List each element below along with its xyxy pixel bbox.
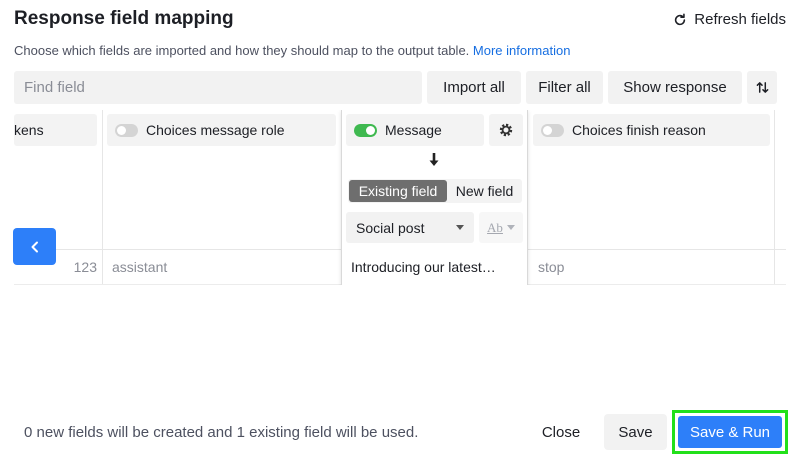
column-divider xyxy=(774,110,775,285)
column-settings-button[interactable] xyxy=(489,114,523,146)
target-field-select[interactable]: Social post xyxy=(346,212,474,243)
column-divider xyxy=(102,110,103,285)
sort-button[interactable] xyxy=(747,71,777,104)
column-header-choices-finish-reason[interactable]: Choices finish reason xyxy=(533,114,770,146)
column-header-choices-message-role[interactable]: Choices message role xyxy=(107,114,336,146)
chevron-down-icon xyxy=(456,225,464,230)
page-subtitle: Choose which fields are imported and how… xyxy=(14,43,570,58)
show-response-button[interactable]: Show response xyxy=(608,71,742,104)
table-cell: Introducing our latest… xyxy=(351,259,496,275)
save-button[interactable]: Save xyxy=(604,414,667,450)
column-header-label: Message xyxy=(385,122,442,138)
import-all-button[interactable]: Import all xyxy=(427,71,521,104)
column-header-label: kens xyxy=(14,122,44,138)
more-information-link[interactable]: More information xyxy=(473,43,571,58)
toolbar: Import all Filter all Show response xyxy=(14,71,786,104)
save-and-run-button[interactable]: Save & Run xyxy=(678,416,782,448)
column-header-message[interactable]: Message xyxy=(346,114,484,146)
field-type-button[interactable]: Ab xyxy=(479,212,523,243)
refresh-icon xyxy=(675,13,686,25)
scroll-left-button[interactable] xyxy=(13,228,56,265)
include-toggle[interactable] xyxy=(541,123,564,137)
include-toggle[interactable] xyxy=(354,123,377,137)
table-cell: stop xyxy=(538,259,565,275)
subtitle-text: Choose which fields are imported and how… xyxy=(14,43,470,58)
sort-arrows-icon xyxy=(756,82,768,93)
new-field-option[interactable]: New field xyxy=(447,183,522,199)
find-field-input[interactable] xyxy=(14,71,422,104)
include-toggle[interactable] xyxy=(115,123,138,137)
chevron-down-icon xyxy=(506,225,515,230)
arrow-down-icon xyxy=(429,153,439,166)
long-text-icon: Ab xyxy=(487,219,503,235)
footer-summary: 0 new fields will be created and 1 exist… xyxy=(24,424,419,441)
target-field-value: Social post xyxy=(356,219,425,236)
mapping-mode-toggle: Existing field New field xyxy=(348,179,522,203)
refresh-fields-button[interactable]: Refresh fields xyxy=(673,11,786,28)
column-header-label: Choices message role xyxy=(146,122,285,138)
table-cell: assistant xyxy=(112,259,168,275)
refresh-fields-label: Refresh fields xyxy=(694,11,786,28)
filter-all-button[interactable]: Filter all xyxy=(526,71,603,104)
existing-field-option[interactable]: Existing field xyxy=(349,180,447,202)
gear-icon xyxy=(499,123,513,137)
chevron-left-icon xyxy=(31,241,38,252)
save-run-highlight: Save & Run xyxy=(672,410,788,454)
column-header-label: Choices finish reason xyxy=(572,122,706,138)
page-title: Response field mapping xyxy=(14,8,234,29)
column-header-tokens[interactable]: kens xyxy=(14,114,97,146)
close-button[interactable]: Close xyxy=(528,414,594,450)
field-mapping-grid: kens 123 Choices message role assistant … xyxy=(14,110,786,285)
